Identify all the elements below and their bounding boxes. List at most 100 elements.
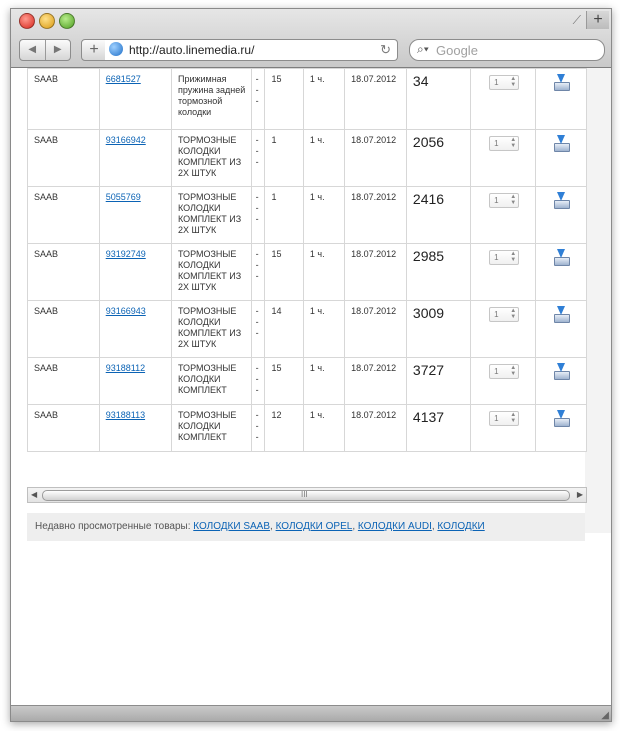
cart-cell [534, 357, 588, 405]
quantity-value[interactable]: 1 [494, 366, 498, 377]
back-button[interactable]: ◀ [20, 40, 45, 60]
price-cell: 34 [405, 68, 472, 130]
date-cell: 18.07.2012 [344, 129, 407, 187]
dash-cell: - - - [250, 68, 266, 130]
part-code-cell: 5055769 [98, 186, 172, 244]
add-to-cart-icon[interactable] [553, 249, 571, 266]
brand-cell: SAAB [27, 357, 100, 405]
part-code-link[interactable]: 6681527 [106, 74, 141, 84]
add-to-cart-icon[interactable] [553, 363, 571, 380]
stepper-arrows-icon[interactable]: ▲ ▼ [510, 412, 516, 424]
date-cell: 18.07.2012 [344, 243, 407, 301]
scrollbar-thumb[interactable]: III [42, 490, 570, 501]
add-to-cart-icon[interactable] [553, 306, 571, 323]
date-cell: 18.07.2012 [344, 300, 407, 358]
close-window-button[interactable] [19, 13, 35, 29]
quantity-stepper[interactable]: 1 ▲ ▼ [489, 307, 520, 322]
address-bar-url[interactable]: http://auto.linemedia.ru/ [129, 43, 254, 57]
scroll-left-arrow[interactable]: ◀ [31, 490, 37, 499]
quantity-value[interactable]: 1 [494, 138, 498, 149]
quantity-cell: 1 ▲ ▼ [470, 357, 536, 405]
recent-link-saab[interactable]: КОЛОДКИ SAAB [193, 521, 270, 532]
dash-cell: - - - [250, 186, 266, 244]
dash-cell: - - - [250, 404, 266, 452]
search-field[interactable]: ⌕▾ Google [409, 39, 605, 61]
table-row: SAAB 93166943 ТОРМОЗНЫЕ КОЛОДКИ КОМПЛЕКТ И… [27, 300, 588, 358]
brand-cell: SAAB [27, 129, 100, 187]
recent-link-other[interactable]: КОЛОДКИ [437, 521, 484, 532]
browser-window: ⟋ + ◀ ▶ + http://auto.linemedia.ru/ ↻ ⌕▾… [10, 8, 612, 722]
quantity-value[interactable]: 1 [494, 195, 498, 206]
quantity-stepper[interactable]: 1 ▲ ▼ [489, 136, 520, 151]
dash-cell: - - - [250, 129, 266, 187]
stepper-arrows-icon[interactable]: ▲ ▼ [510, 308, 516, 320]
cart-cell [534, 300, 588, 358]
address-bar[interactable]: http://auto.linemedia.ru/ ↻ [105, 39, 398, 61]
quantity-value[interactable]: 1 [494, 252, 498, 263]
description-cell: ТОРМОЗНЫЕ КОЛОДКИ КОМПЛЕКТ ИЗ 2Х ШТУК [170, 186, 252, 244]
search-icon[interactable]: ⌕▾ [417, 42, 429, 57]
part-code-link[interactable]: 93192749 [106, 249, 146, 259]
quantity-value[interactable]: 1 [494, 77, 498, 88]
quantity-value[interactable]: 1 [494, 413, 498, 424]
globe-icon [109, 42, 123, 56]
quantity-stepper[interactable]: 1 ▲ ▼ [489, 75, 520, 90]
part-code-cell: 93166942 [98, 129, 172, 187]
add-bookmark-button[interactable]: + [81, 39, 107, 61]
toolbar-toggle-icon[interactable]: ⟋ [573, 13, 581, 28]
add-to-cart-icon[interactable] [553, 192, 571, 209]
table-row: SAAB 6681527 Прижимная пружина задней торм… [27, 68, 588, 130]
part-code-cell: 93188113 [98, 404, 172, 452]
resize-grip-icon[interactable]: ◢ [601, 710, 609, 721]
part-code-link[interactable]: 93188113 [106, 410, 145, 420]
new-tab-button[interactable]: + [586, 11, 609, 29]
quantity-cell: 1 ▲ ▼ [470, 300, 536, 358]
description-cell: ТОРМОЗНЫЕ КОЛОДКИ КОМПЛЕКТ ИЗ 2Х ШТУК [170, 129, 252, 187]
stepper-arrows-icon[interactable]: ▲ ▼ [510, 137, 516, 149]
quantity-stepper[interactable]: 1 ▲ ▼ [489, 250, 520, 265]
description-cell: ТОРМОЗНЫЕ КОЛОДКИ КОМПЛЕКТ [170, 404, 252, 452]
date-cell: 18.07.2012 [344, 357, 407, 405]
stock-qty-cell: 15 [264, 243, 304, 301]
table-row: SAAB 93166942 ТОРМОЗНЫЕ КОЛОДКИ КОМПЛЕКТ И… [27, 129, 588, 187]
recent-link-audi[interactable]: КОЛОДКИ AUDI [358, 521, 432, 532]
part-code-cell: 93188112 [98, 357, 172, 405]
brand-cell: SAAB [27, 404, 100, 452]
part-code-link[interactable]: 93166942 [106, 135, 146, 145]
scroll-right-arrow[interactable]: ▶ [577, 490, 583, 499]
parts-table: SAAB 6681527 Прижимная пружина задней торм… [27, 68, 588, 452]
stepper-arrows-icon[interactable]: ▲ ▼ [510, 251, 516, 263]
price-cell: 4137 [405, 404, 472, 452]
stock-qty-cell: 14 [264, 300, 304, 358]
add-to-cart-icon[interactable] [553, 135, 571, 152]
stepper-arrows-icon[interactable]: ▲ ▼ [510, 76, 516, 88]
status-bar: ◢ [11, 705, 611, 721]
history-navigation: ◀ ▶ [19, 39, 71, 61]
add-to-cart-icon[interactable] [553, 410, 571, 427]
stepper-arrows-icon[interactable]: ▲ ▼ [510, 194, 516, 206]
horizontal-scrollbar[interactable]: ◀ III ▶ [27, 487, 587, 503]
cart-cell [534, 186, 588, 244]
quantity-value[interactable]: 1 [494, 309, 498, 320]
zoom-window-button[interactable] [59, 13, 75, 29]
part-code-link[interactable]: 93166943 [106, 306, 146, 316]
reload-button[interactable]: ↻ [380, 42, 391, 58]
cart-cell [534, 243, 588, 301]
quantity-stepper[interactable]: 1 ▲ ▼ [489, 364, 520, 379]
recent-link-opel[interactable]: КОЛОДКИ OPEL [276, 521, 353, 532]
recently-viewed-bar: Недавно просмотренные товары: КОЛОДКИ SA… [27, 513, 585, 541]
date-cell: 18.07.2012 [344, 404, 407, 452]
stepper-arrows-icon[interactable]: ▲ ▼ [510, 365, 516, 377]
quantity-stepper[interactable]: 1 ▲ ▼ [489, 411, 520, 426]
brand-cell: SAAB [27, 243, 100, 301]
quantity-stepper[interactable]: 1 ▲ ▼ [489, 193, 520, 208]
add-to-cart-icon[interactable] [553, 74, 571, 91]
part-code-link[interactable]: 5055769 [106, 192, 141, 202]
forward-button[interactable]: ▶ [44, 40, 71, 60]
part-code-link[interactable]: 93188112 [106, 363, 145, 373]
brand-cell: SAAB [27, 186, 100, 244]
description-cell: ТОРМОЗНЫЕ КОЛОДКИ КОМПЛЕКТ ИЗ 2Х ШТУК [170, 300, 252, 358]
minimize-window-button[interactable] [39, 13, 55, 29]
delivery-time-cell: 1 ч. [302, 300, 346, 358]
recently-viewed-label: Недавно просмотренные товары: [35, 521, 191, 532]
